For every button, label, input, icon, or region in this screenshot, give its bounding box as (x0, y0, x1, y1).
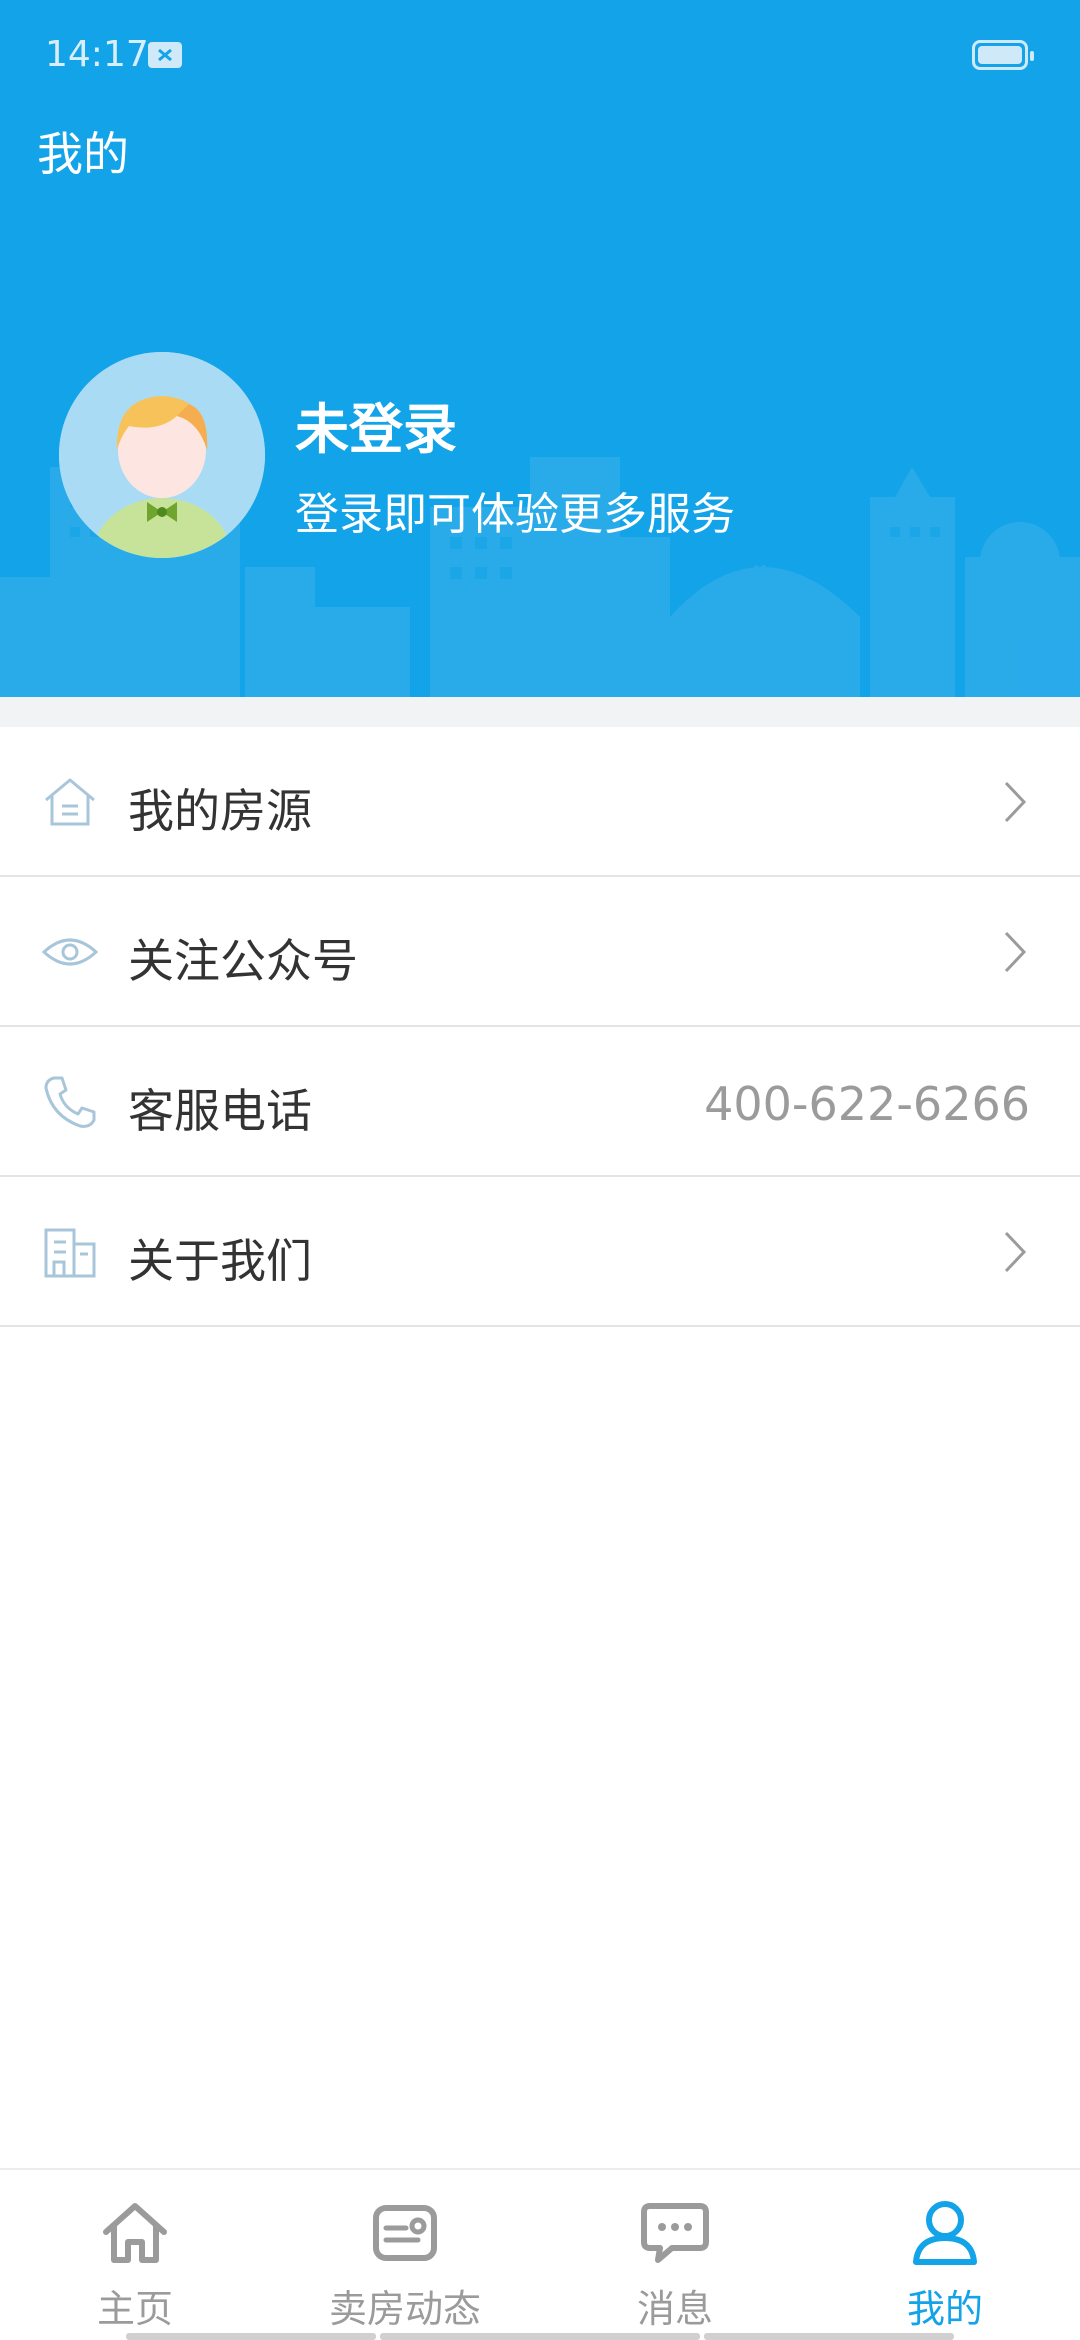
menu-item-follow-official-account[interactable]: 关注公众号 (0, 877, 1080, 1027)
eye-icon (41, 938, 99, 966)
chevron-right-icon (1004, 781, 1027, 823)
home-icon (103, 2203, 167, 2263)
status-time: 14:17 (45, 34, 149, 75)
phone-icon (44, 1076, 96, 1128)
menu-item-label: 客服电话 (128, 1084, 312, 1138)
login-status-title[interactable]: 未登录 (295, 385, 457, 464)
page-title: 我的 (37, 127, 129, 181)
tab-label: 消息 (636, 2287, 713, 2331)
tab-mine[interactable]: 我的 (810, 2170, 1080, 2340)
tab-messages[interactable]: 消息 (540, 2170, 810, 2340)
battery-icon (972, 40, 1034, 70)
section-divider (0, 697, 1080, 727)
tab-label: 我的 (906, 2287, 983, 2331)
chevron-right-icon (1004, 1231, 1027, 1273)
house-icon (45, 778, 95, 826)
status-bar: 14:17 (0, 0, 1080, 110)
avatar[interactable] (59, 352, 265, 558)
settings-menu: 我的房源 关注公众号 客服电话 400-622-6266 关于我们 (0, 727, 1080, 1327)
menu-item-about-us[interactable]: 关于我们 (0, 1177, 1080, 1327)
tab-label: 主页 (96, 2287, 173, 2331)
news-card-icon (373, 2205, 437, 2261)
chat-bubble-icon (641, 2203, 709, 2263)
menu-item-label: 我的房源 (128, 784, 312, 838)
default-avatar-illustration (59, 352, 265, 558)
menu-item-label: 关注公众号 (128, 934, 358, 988)
notification-icon (148, 42, 182, 68)
chevron-right-icon (1004, 931, 1027, 973)
gesture-bar (126, 2333, 376, 2340)
menu-item-customer-service-phone[interactable]: 客服电话 400-622-6266 (0, 1027, 1080, 1177)
gesture-bar (380, 2333, 700, 2340)
tab-label: 卖房动态 (328, 2287, 481, 2331)
profile-header: 14:17 我的 未登录 登录即可体验更多服务 (0, 0, 1080, 697)
user-icon (913, 2201, 977, 2265)
menu-item-my-listings[interactable]: 我的房源 (0, 727, 1080, 877)
tab-home[interactable]: 主页 (0, 2170, 270, 2340)
tab-sale-news[interactable]: 卖房动态 (270, 2170, 540, 2340)
gesture-bar (704, 2333, 954, 2340)
building-icon (44, 1228, 96, 1278)
menu-item-label: 关于我们 (128, 1234, 312, 1288)
login-prompt-subtitle[interactable]: 登录即可体验更多服务 (295, 478, 735, 542)
bottom-tab-bar: 主页 卖房动态 消息 我的 (0, 2168, 1080, 2340)
phone-number[interactable]: 400-622-6266 (704, 1077, 1030, 1131)
